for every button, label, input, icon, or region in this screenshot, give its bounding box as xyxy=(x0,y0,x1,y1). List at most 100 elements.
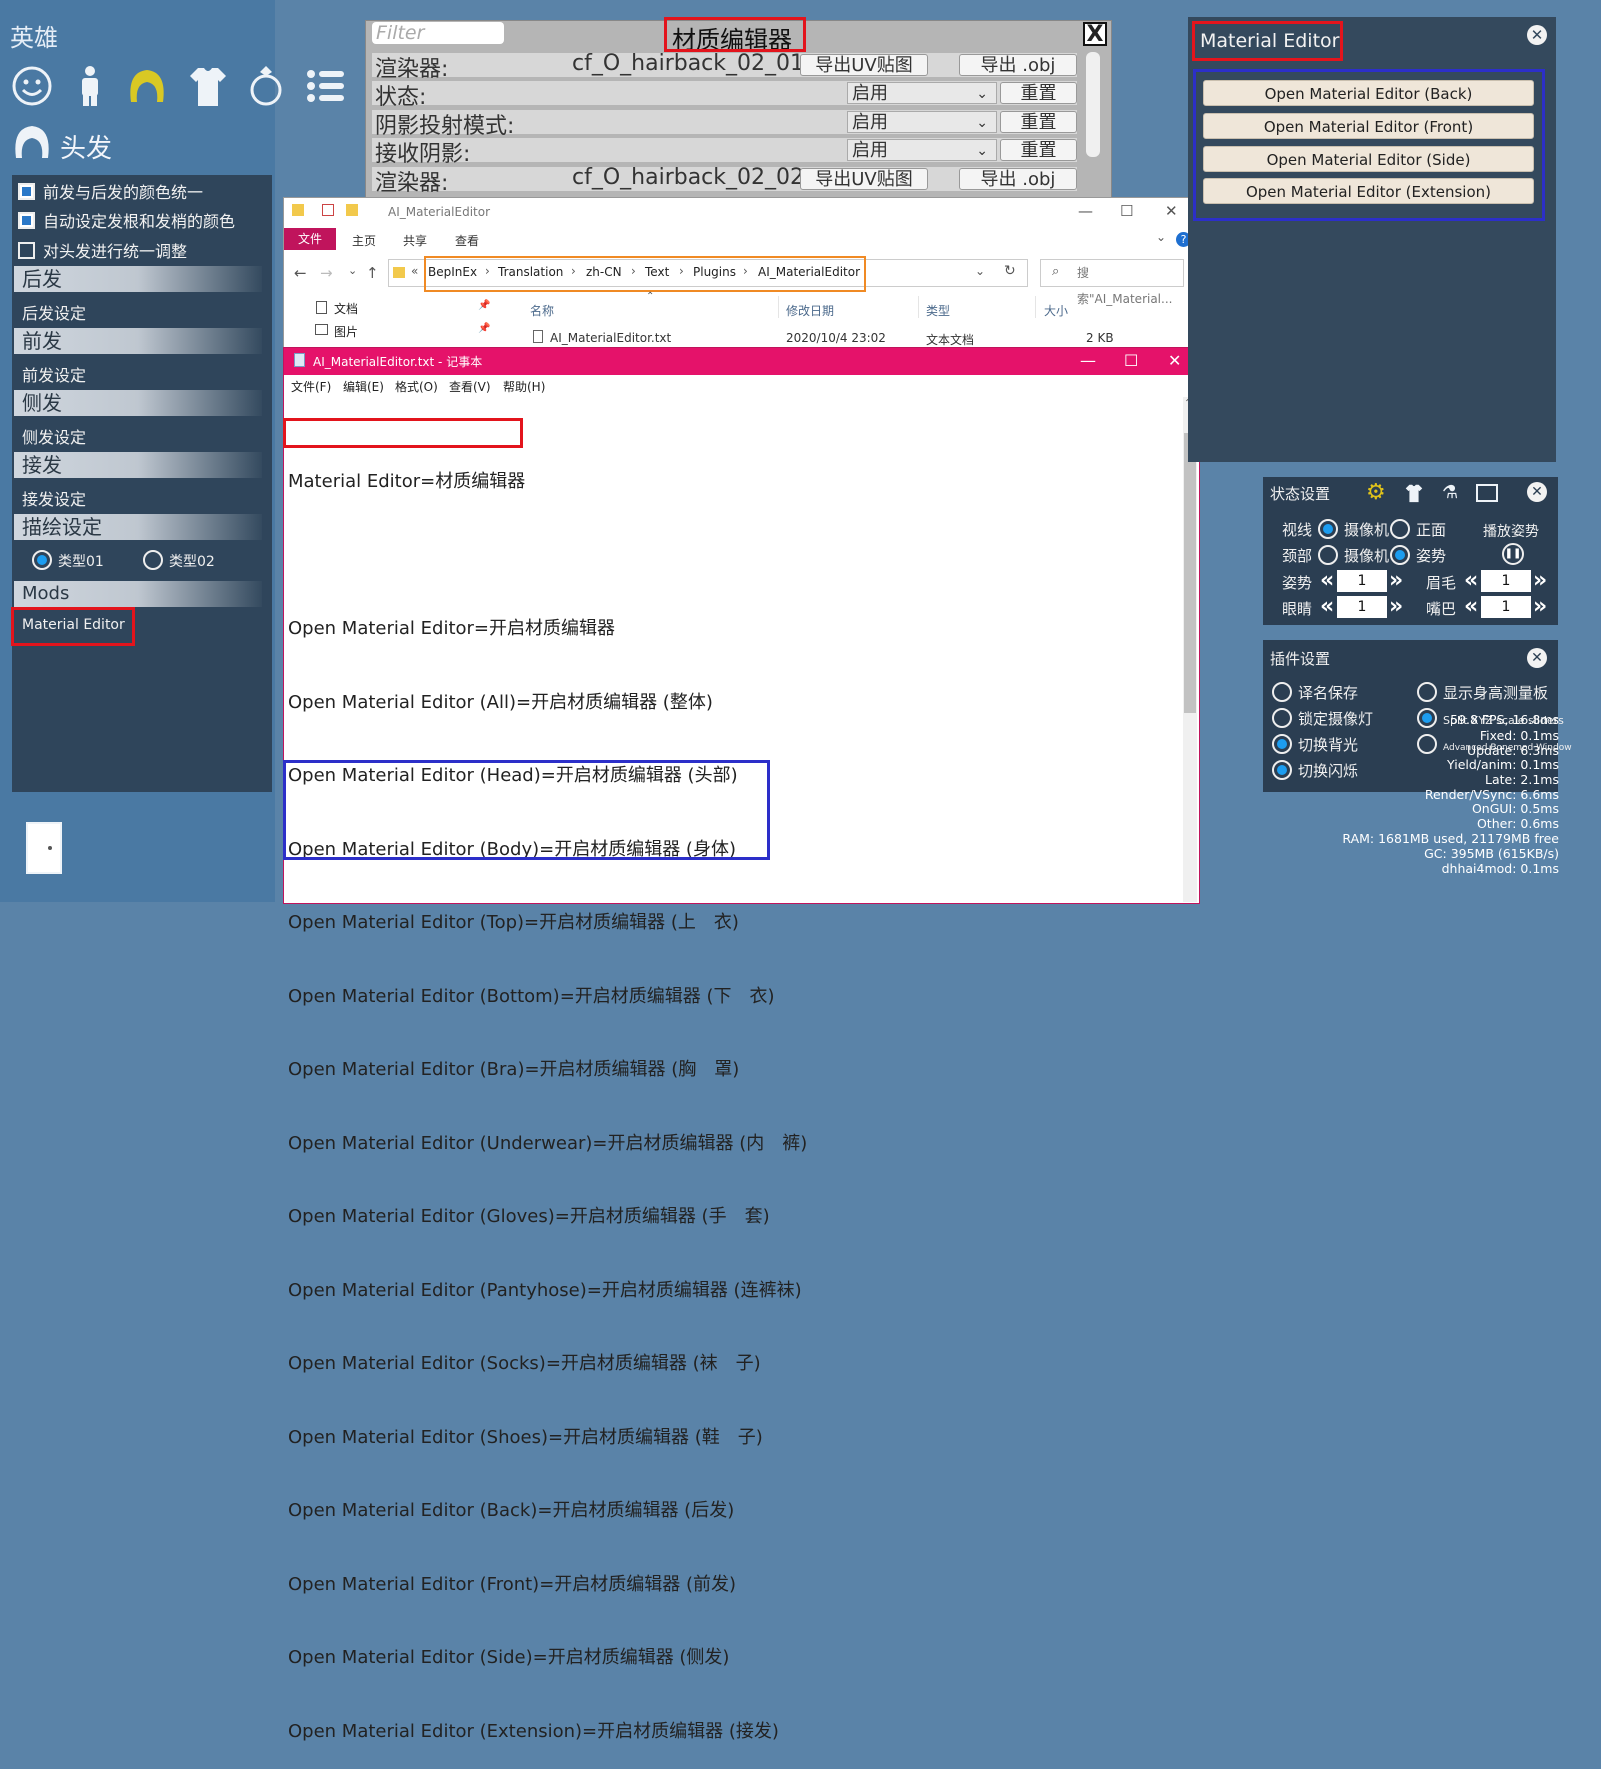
nav-pictures[interactable]: 图片 xyxy=(334,323,358,340)
menu-format[interactable]: 格式(O) xyxy=(395,378,438,395)
mouth-value[interactable]: 1 xyxy=(1481,596,1531,618)
ring-icon[interactable] xyxy=(244,62,288,110)
radio-dot[interactable] xyxy=(1390,519,1410,539)
door-icon[interactable] xyxy=(26,822,62,874)
scrollbar-thumb[interactable] xyxy=(1184,433,1196,713)
forward-arrow-icon[interactable]: → xyxy=(320,264,333,282)
option-height-board[interactable]: 显示身高测量板 xyxy=(1417,682,1548,703)
column-date[interactable]: 修改日期 xyxy=(786,302,834,319)
option-save-names[interactable]: 译名保存 xyxy=(1272,682,1358,703)
radio-dot[interactable] xyxy=(143,550,163,570)
gaze-camera-option[interactable]: 摄像机 xyxy=(1318,519,1389,540)
gear-icon[interactable]: ⚙ xyxy=(1366,482,1386,504)
eyes-next-icon[interactable]: » xyxy=(1389,596,1403,618)
close-button[interactable]: ✕ xyxy=(1527,482,1547,502)
gaze-front-option[interactable]: 正面 xyxy=(1390,519,1446,540)
menu-item-side-hair[interactable]: 侧发设定 xyxy=(22,424,86,448)
mouth-next-icon[interactable]: » xyxy=(1533,596,1547,618)
pause-icon[interactable]: ❚❚ xyxy=(1502,543,1524,565)
column-type[interactable]: 类型 xyxy=(926,302,950,319)
radio-type01[interactable]: 类型01 xyxy=(32,550,104,571)
export-uv-button[interactable]: 导出UV贴图 xyxy=(800,54,928,76)
overflow-chevron-icon[interactable]: « xyxy=(411,264,418,278)
option-lock-camera-light[interactable]: 锁定摄像灯 xyxy=(1272,708,1373,729)
section-header-side-hair[interactable]: 侧发 xyxy=(14,390,262,416)
pose-prev-icon[interactable]: « xyxy=(1320,570,1334,592)
section-header-mods[interactable]: Mods xyxy=(14,581,262,607)
checkbox-auto-root-tip[interactable]: 自动设定发根和发梢的颜色 xyxy=(18,208,235,232)
notepad-text-area[interactable]: Material Editor=材质编辑器 Open Material Edit… xyxy=(288,421,1178,1769)
nav-documents[interactable]: 文档 xyxy=(334,300,358,317)
section-header-front-hair[interactable]: 前发 xyxy=(14,328,262,354)
tab-share[interactable]: 共享 xyxy=(403,232,427,249)
menu-item-back-hair[interactable]: 后发设定 xyxy=(22,300,86,324)
checkbox-unify-color[interactable]: 前发与后发的颜色统一 xyxy=(18,179,203,203)
face-icon[interactable] xyxy=(10,62,54,110)
option-toggle-blink[interactable]: 切换闪烁 xyxy=(1272,760,1358,781)
minimize-icon[interactable]: — xyxy=(1080,351,1096,370)
eyes-prev-icon[interactable]: « xyxy=(1320,596,1334,618)
radio-dot[interactable] xyxy=(1318,519,1338,539)
tab-home[interactable]: 主页 xyxy=(352,232,376,249)
neck-camera-option[interactable]: 摄像机 xyxy=(1318,545,1389,566)
reset-button[interactable]: 重置 xyxy=(1000,111,1077,133)
close-button[interactable]: ✕ xyxy=(1527,25,1547,45)
file-name[interactable]: AI_MaterialEditor.txt xyxy=(550,331,671,345)
menu-file[interactable]: 文件(F) xyxy=(291,378,331,395)
close-button[interactable]: ✕ xyxy=(1527,648,1547,668)
close-icon[interactable]: ✕ xyxy=(1168,351,1181,370)
option-toggle-backlight[interactable]: 切换背光 xyxy=(1272,734,1358,755)
maximize-icon[interactable]: ☐ xyxy=(1124,351,1138,370)
shadow-cast-dropdown[interactable]: 启用 ⌄ xyxy=(847,111,997,133)
menu-help[interactable]: 帮助(H) xyxy=(503,378,545,395)
list-icon[interactable] xyxy=(304,62,348,110)
receive-shadow-dropdown[interactable]: 启用 ⌄ xyxy=(847,139,997,161)
radio-dot[interactable] xyxy=(1417,708,1437,728)
close-icon[interactable]: ✕ xyxy=(1165,202,1178,220)
state-dropdown[interactable]: 启用 ⌄ xyxy=(847,82,997,104)
eyebrow-value[interactable]: 1 xyxy=(1481,570,1531,592)
column-name[interactable]: 名称 xyxy=(530,302,554,319)
chevron-down-icon[interactable]: ⌄ xyxy=(975,264,985,278)
refresh-icon[interactable]: ↻ xyxy=(1004,263,1016,279)
column-size[interactable]: 大小 xyxy=(1044,302,1068,319)
close-button[interactable]: X xyxy=(1083,22,1107,46)
radio-dot[interactable] xyxy=(1318,545,1338,565)
properties-icon[interactable] xyxy=(322,204,334,216)
pose-value[interactable]: 1 xyxy=(1337,570,1387,592)
export-uv-button[interactable]: 导出UV贴图 xyxy=(800,168,928,190)
clothes-icon[interactable] xyxy=(186,62,230,110)
pose-next-icon[interactable]: » xyxy=(1389,570,1403,592)
radio-dot[interactable] xyxy=(1272,682,1292,702)
neck-pose-option[interactable]: 姿势 xyxy=(1390,545,1446,566)
reset-button[interactable]: 重置 xyxy=(1000,82,1077,104)
flask-icon[interactable]: ⚗ xyxy=(1442,482,1458,503)
eyes-value[interactable]: 1 xyxy=(1337,596,1387,618)
scrollbar[interactable] xyxy=(1086,52,1100,157)
radio-dot[interactable] xyxy=(1272,760,1292,780)
radio-dot[interactable] xyxy=(32,550,52,570)
chevron-down-icon[interactable]: ⌄ xyxy=(1156,230,1166,244)
tab-view[interactable]: 查看 xyxy=(455,232,479,249)
minimize-icon[interactable]: — xyxy=(1078,202,1093,220)
pin-icon[interactable]: 📌 xyxy=(478,323,490,334)
section-header-back-hair[interactable]: 后发 xyxy=(14,266,262,292)
maximize-icon[interactable]: ☐ xyxy=(1120,202,1133,220)
search-input[interactable]: 搜索"AI_Material... xyxy=(1040,259,1184,306)
image-icon[interactable] xyxy=(1476,484,1498,502)
menu-edit[interactable]: 编辑(E) xyxy=(343,378,384,395)
radio-dot[interactable] xyxy=(1417,734,1437,754)
reset-button[interactable]: 重置 xyxy=(1000,139,1077,161)
section-header-draw-settings[interactable]: 描绘设定 xyxy=(14,514,262,540)
recent-chevron-icon[interactable]: ⌄ xyxy=(348,264,357,277)
checkbox-box[interactable] xyxy=(18,242,35,259)
eyebrow-prev-icon[interactable]: « xyxy=(1464,570,1478,592)
checkbox-box[interactable] xyxy=(18,212,35,229)
checkbox-unify-adjust[interactable]: 对头发进行统一调整 xyxy=(18,238,187,262)
menu-item-extension-hair[interactable]: 接发设定 xyxy=(22,486,86,510)
body-icon[interactable] xyxy=(68,62,112,110)
hair-icon-tab[interactable] xyxy=(125,62,169,110)
checkbox-box[interactable] xyxy=(18,183,35,200)
pin-icon[interactable]: 📌 xyxy=(478,300,490,311)
up-arrow-icon[interactable]: ↑ xyxy=(366,264,379,282)
